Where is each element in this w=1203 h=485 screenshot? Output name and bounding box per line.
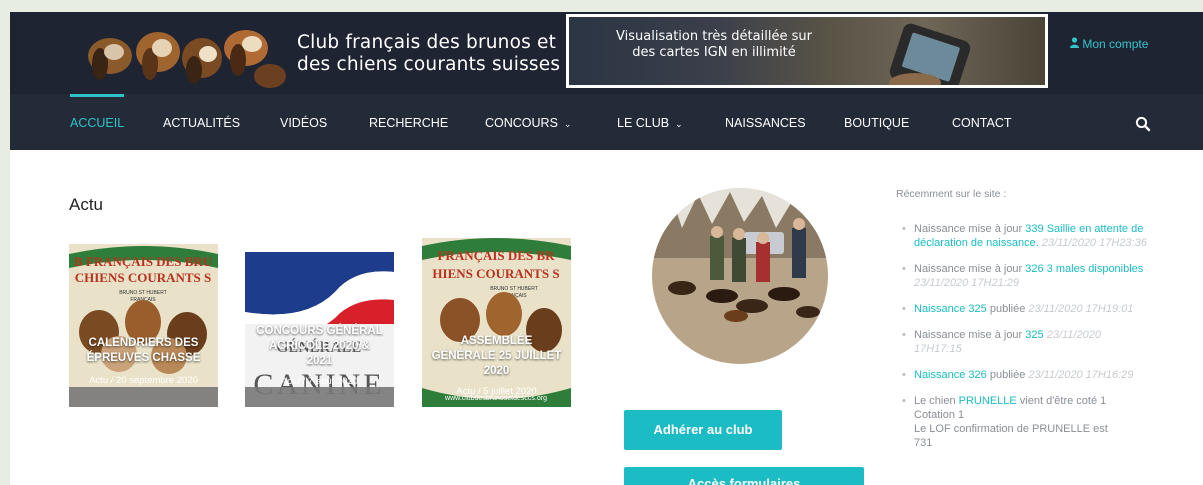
banner-text: Visualisation très détaillée sur des car…	[589, 29, 839, 61]
main-nav: ACCUEIL ACTUALITÉS VIDÉOS RECHERCHE CONC…	[10, 94, 1203, 150]
list-item-suffix: publiée	[986, 303, 1029, 315]
nav-item-recherche[interactable]: RECHERCHE	[369, 116, 448, 130]
list-item-link[interactable]: 325	[1025, 329, 1043, 341]
nav-item-naissances[interactable]: NAISSANCES	[725, 116, 806, 130]
nav-item-boutique[interactable]: BOUTIQUE	[844, 116, 909, 130]
my-account-link[interactable]: Mon compte	[1070, 36, 1148, 51]
hunters-photo	[652, 188, 828, 364]
card-image-text: CHIENS COURANTS S	[75, 270, 212, 285]
card-footer-strip	[69, 387, 218, 407]
list-item-suffix: publiée	[986, 369, 1029, 381]
nav-item-le-club[interactable]: LE CLUB ⌄	[617, 116, 683, 130]
list-item-prefix: Naissance mise à jour	[914, 263, 1026, 275]
card-title: CONCOURS GÉNÉRAL AGRICOLE 2020 & 2021	[245, 324, 394, 369]
list-item-timestamp: 23/11/2020 17H21:29	[914, 277, 1019, 289]
list-item-link[interactable]: 326 3 males disponibles	[1025, 263, 1143, 275]
card-image-text: FRANÇAIS DES BR	[437, 248, 555, 263]
dogs-logo[interactable]	[70, 18, 290, 92]
search-icon[interactable]	[1135, 116, 1151, 132]
card-meta: Actu / 7 août 2020	[280, 376, 359, 387]
my-account-label: Mon compte	[1082, 36, 1149, 51]
list-item-suffix: vient d'être coté 1	[1016, 395, 1107, 407]
card-title-line-1: ASSEMBLÉE	[460, 335, 533, 347]
nav-item-videos[interactable]: VIDÉOS	[280, 116, 327, 130]
list-item-timestamp: 23/11/2020 17H19:01	[1028, 303, 1134, 315]
card-title: CALENDRIERS DES ÉPREUVES CHASSE	[69, 336, 218, 366]
list-item: Naissance 326 publiée 23/11/2020 17H16:2…	[900, 368, 1150, 382]
card-image-club-logo: FRANÇAIS DES BR HIENS COURANTS S BRUNO S…	[422, 238, 571, 407]
list-item: Naissance mise à jour 339 Saillie en att…	[900, 222, 1150, 250]
site-title-line-1: Club français des brunos et	[297, 32, 557, 53]
nav-item-accueil[interactable]: ACCUEIL	[70, 116, 124, 130]
list-item-link[interactable]: PRUNELLE	[959, 395, 1017, 407]
list-item-link[interactable]: Naissance 326	[914, 369, 987, 381]
section-title-actu: Actu	[69, 195, 104, 214]
chevron-down-icon: ⌄	[563, 119, 572, 129]
site-header: Club français des brunos et des chiens c…	[10, 12, 1203, 94]
card-footer-strip	[245, 387, 394, 407]
card-image-text: B FRANÇAIS DES BRU	[74, 254, 213, 269]
list-item: Le chien PRUNELLE vient d'être coté 1 Co…	[900, 394, 1150, 450]
page-frame: Club français des brunos et des chiens c…	[10, 12, 1203, 485]
banner-text-line-1: Visualisation très détaillée sur	[616, 29, 812, 44]
card-meta: Actu / 20 septembre 2020	[89, 375, 198, 386]
card-image-text: HIENS COURANTS S	[432, 266, 559, 281]
list-item-prefix: Naissance mise à jour	[914, 223, 1026, 235]
card-image-text: BRUNO ST HUBERT	[119, 290, 167, 296]
card-title-line-2: ÉPREUVES CHASSE	[86, 352, 201, 364]
recent-updates-title: Récemment sur le site :	[896, 188, 1007, 200]
list-item-line: Cotation 1	[914, 409, 965, 421]
active-nav-indicator	[70, 94, 124, 97]
nav-item-le-club-label: LE CLUB	[617, 116, 670, 130]
list-item: Naissance mise à jour 326 3 males dispon…	[900, 262, 1150, 290]
list-item-prefix: Naissance mise à jour	[914, 329, 1026, 341]
list-item: Naissance 325 publiée 23/11/2020 17H19:0…	[900, 302, 1150, 316]
card-image-text: BRUNO ST HUBERT	[490, 286, 538, 292]
card-title-line-2: AGRICOLE 2020 &	[269, 340, 370, 352]
news-card-assemblee-generale[interactable]: FRANÇAIS DES BR HIENS COURANTS S BRUNO S…	[422, 238, 571, 407]
news-card-concours-agricole[interactable]: GÉNÉRALE CANINE CONCOURS GÉNÉRAL AGRICOL…	[245, 252, 394, 407]
user-icon	[1070, 37, 1079, 51]
list-item: Naissance mise à jour 325 23/11/2020 17H…	[900, 328, 1150, 356]
list-item-prefix: Le chien	[914, 395, 959, 407]
chevron-down-icon: ⌄	[675, 119, 683, 129]
list-item-timestamp: 23/11/2020 17H23:36	[1041, 237, 1147, 249]
nav-item-concours-label: CONCOURS	[485, 116, 558, 130]
nav-item-actualites[interactable]: ACTUALITÉS	[163, 116, 240, 130]
card-title-line-3: 2020	[483, 365, 510, 377]
forms-access-button[interactable]: Accès formulaires	[624, 467, 864, 485]
card-meta: Actu / 5 juillet 2020	[456, 386, 537, 397]
list-item-link[interactable]: Naissance 325	[914, 303, 987, 315]
banner-text-line-2: des cartes IGN en illimité	[632, 45, 796, 60]
join-club-button[interactable]: Adhérer au club	[624, 410, 782, 450]
card-title-line-1: CALENDRIERS DES	[88, 337, 199, 349]
gps-device-image	[889, 23, 971, 85]
nav-item-concours[interactable]: CONCOURS ⌄	[485, 116, 571, 130]
ad-banner[interactable]: Visualisation très détaillée sur des car…	[566, 14, 1048, 88]
site-title[interactable]: Club français des brunos et des chiens c…	[297, 32, 560, 76]
site-title-line-2: des chiens courants suisses	[297, 54, 561, 75]
news-card-calendriers[interactable]: B FRANÇAIS DES BRU CHIENS COURANTS S BRU…	[69, 244, 218, 407]
list-item-line: Le LOF confirmation de PRUNELLE est	[914, 423, 1108, 435]
nav-item-contact[interactable]: CONTACT	[952, 116, 1012, 130]
list-item-line: 731	[914, 437, 933, 449]
card-title-line-2: GÉNÉRALE 25 JUILLET	[431, 350, 562, 362]
card-title-line-1: CONCOURS GÉNÉRAL	[256, 325, 383, 337]
recent-updates-list: Naissance mise à jour 339 Saillie en att…	[900, 222, 1150, 462]
list-item-timestamp: 23/11/2020 17H16:29	[1028, 369, 1134, 381]
card-title: ASSEMBLÉE GÉNÉRALE 25 JUILLET 2020	[422, 334, 571, 379]
card-title-line-3: 2021	[306, 355, 333, 367]
